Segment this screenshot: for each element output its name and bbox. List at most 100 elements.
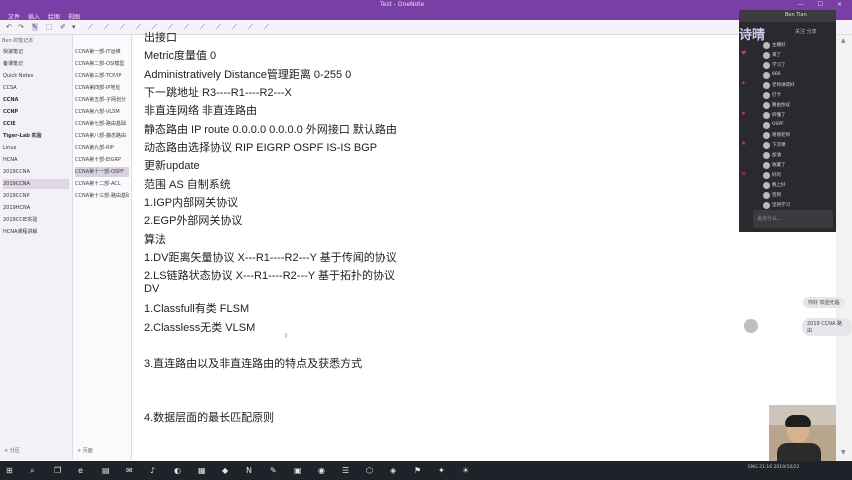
music-icon[interactable]: ♪ — [150, 466, 155, 475]
note-line[interactable]: 1.IGP内部网关协议 — [144, 194, 238, 210]
menu-icon[interactable]: ≡ — [741, 170, 746, 177]
section-item[interactable]: 2019CCIE实验 — [3, 215, 69, 225]
section-item[interactable]: Linux — [3, 143, 69, 153]
mail-icon[interactable]: ✉ — [126, 466, 133, 475]
note-line[interactable]: 出接口 — [144, 29, 177, 45]
browser-icon[interactable]: e — [78, 466, 83, 475]
page-item[interactable]: CCNA第六部-VLSM — [75, 107, 129, 117]
app-icon[interactable]: ☀ — [462, 466, 469, 475]
section-item[interactable]: HCNA — [3, 155, 69, 165]
add-page-button[interactable]: + 页面 — [77, 447, 93, 454]
note-line[interactable]: 范围 AS 自制系统 — [144, 176, 231, 192]
like-icon[interactable]: ♥ — [741, 50, 746, 57]
note-line[interactable]: 下一跳地址 R3----R1----R2---X — [144, 84, 292, 100]
section-item[interactable]: 2019CCNA — [3, 167, 69, 177]
note-line[interactable]: 算法 — [144, 231, 166, 247]
window-controls[interactable]: — ☐ ✕ — [798, 1, 848, 8]
page-item[interactable]: CCNA第八部-静态路由 — [75, 131, 129, 141]
scroll-up-icon[interactable]: ▲ — [841, 37, 846, 44]
notebook-name[interactable]: Ben 的笔记本 — [2, 37, 33, 44]
chat-actions[interactable]: 关注 分享 — [795, 28, 817, 35]
page-item[interactable]: CCNA第十三部-路由基础 — [75, 191, 129, 201]
section-item-selected[interactable]: 2019CCNA — [3, 179, 69, 189]
section-item[interactable]: CCIE — [3, 119, 69, 129]
chat-input[interactable]: 说点什么… — [753, 210, 833, 228]
pen-icon[interactable]: ⟋ — [120, 23, 125, 32]
vertical-scrollbar[interactable]: ▲ ▼ — [836, 35, 852, 460]
share-icon[interactable]: ➤ — [741, 110, 746, 117]
section-item[interactable]: 2019CCNP — [3, 191, 69, 201]
page-item[interactable]: CCNA第三部-TCP/IP — [75, 71, 129, 81]
app-icon[interactable]: ◈ — [390, 466, 396, 475]
page-item[interactable]: CCNA第十部-EIGRP — [75, 155, 129, 165]
note-line[interactable]: 2.LS链路状态协议 X---R1----R2---Y 基于拓扑的协议 — [144, 267, 395, 283]
app-icon[interactable]: ▣ — [294, 466, 302, 475]
app-icon[interactable]: ☰ — [342, 466, 349, 475]
page-item[interactable]: CCNA第九部-RIP — [75, 143, 129, 153]
eraser-icon[interactable]: ✐ — [60, 23, 66, 31]
pen-icon[interactable]: ⟋ — [104, 23, 109, 32]
section-item[interactable]: 备课笔记 — [3, 59, 69, 69]
undo-icon[interactable]: ↶ — [6, 23, 12, 31]
note-line[interactable]: 静态路由 IP route 0.0.0.0 0.0.0.0 外网接口 默认路由 — [144, 121, 397, 137]
floating-button[interactable] — [744, 319, 758, 333]
page-item[interactable]: CCNA第七部-路由基础 — [75, 119, 129, 129]
onenote-icon[interactable]: N — [246, 466, 252, 475]
note-line[interactable]: 2.EGP外部网关协议 — [144, 212, 242, 228]
app-icon[interactable]: ▦ — [198, 466, 206, 475]
section-item[interactable]: 快速笔记 — [3, 47, 69, 57]
pen-icon[interactable]: ⟋ — [200, 23, 205, 32]
note-line[interactable]: 3.直连路由以及非直连路由的特点及获悉方式 — [144, 355, 362, 371]
section-item[interactable]: 2019HCNA — [3, 203, 69, 213]
pen-icon[interactable]: ⟋ — [248, 23, 253, 32]
section-item[interactable]: CCNP — [3, 107, 69, 117]
notification-bubble[interactable]: 2019 CCNA 路由 — [802, 318, 852, 336]
section-item[interactable]: HCNA课程讲解 — [3, 227, 69, 237]
app-icon[interactable]: ⬡ — [366, 466, 373, 475]
app-icon[interactable]: ◆ — [222, 466, 228, 475]
scroll-down-icon[interactable]: ▼ — [841, 449, 846, 456]
section-item[interactable]: CCSA — [3, 83, 69, 93]
note-line[interactable]: 1.Classfull有类 FLSM — [144, 300, 249, 316]
page-item[interactable]: CCNA第五部-子网划分 — [75, 95, 129, 105]
task-view-icon[interactable]: ❐ — [54, 466, 61, 475]
pen-icon[interactable]: ⟋ — [232, 23, 237, 32]
app-icon[interactable]: ⚑ — [414, 466, 421, 475]
note-line[interactable]: 1.DV距离矢量协议 X---R1----R2---Y 基于传闻的协议 — [144, 249, 397, 265]
start-icon[interactable]: ⊞ — [6, 466, 13, 475]
note-line[interactable]: 动态路由选择协议 RIP EIGRP OSPF IS-IS BGP — [144, 139, 377, 155]
dropdown-icon[interactable]: ▾ — [72, 23, 76, 31]
lasso-icon[interactable]: ⬚ — [46, 23, 53, 31]
page-item[interactable]: CCNA第十二部-ACL — [75, 179, 129, 189]
gift-icon[interactable]: ✦ — [741, 80, 746, 87]
app-icon[interactable]: ◐ — [174, 466, 181, 475]
note-canvas[interactable]: 出接口 Metric度量值 0 Administratively Distanc… — [132, 32, 752, 460]
page-item[interactable]: CCNA第四部-IP地址 — [75, 83, 129, 93]
add-section-button[interactable]: + 分区 — [4, 447, 20, 454]
note-line[interactable]: 4.数据层面的最长匹配原则 — [144, 409, 274, 425]
note-line[interactable]: DV — [144, 283, 159, 295]
pen-icon[interactable]: ⟋ — [184, 23, 189, 32]
section-item[interactable]: CCNA — [3, 95, 69, 105]
redo-icon[interactable]: ↷ — [18, 23, 24, 31]
app-icon[interactable]: ✎ — [270, 466, 277, 475]
pen-icon[interactable]: ⟋ — [136, 23, 141, 32]
pen-tool-icon[interactable]: ✎ — [32, 23, 38, 31]
note-line[interactable]: 更新update — [144, 157, 200, 173]
note-line[interactable]: Metric度量值 0 — [144, 47, 216, 63]
notification-bubble[interactable]: 你好 欢迎光临 — [803, 297, 845, 308]
note-line[interactable]: 2.Classless无类 VLSM — [144, 319, 255, 335]
page-item[interactable]: CCNA第二部-OSI模型 — [75, 59, 129, 69]
file-explorer-icon[interactable]: ▤ — [102, 466, 110, 475]
pen-icon[interactable]: ⟋ — [216, 23, 221, 32]
pen-icon[interactable]: ⟋ — [88, 23, 93, 32]
star-icon[interactable]: ★ — [741, 140, 746, 147]
app-icon[interactable]: ◉ — [318, 466, 325, 475]
search-icon[interactable]: ⌕ — [30, 466, 34, 476]
section-item[interactable]: Quick Notes — [3, 71, 69, 81]
system-tray-clock[interactable]: ENG 21:16 2019/10/22 — [748, 465, 799, 470]
note-line[interactable]: Administratively Distance管理距离 0-255 0 — [144, 66, 351, 82]
page-item[interactable]: CCNA第一部-IT运维 — [75, 47, 129, 57]
page-item-selected[interactable]: CCNA第十一部-OSPF — [75, 167, 129, 177]
app-icon[interactable]: ✦ — [438, 466, 445, 475]
